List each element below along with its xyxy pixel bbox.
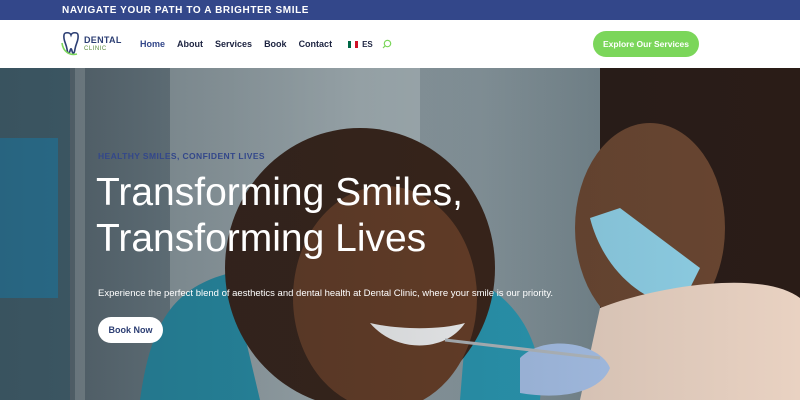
language-label: ES: [362, 39, 373, 49]
announcement-text: NAVIGATE YOUR PATH TO A BRIGHTER SMILE: [62, 4, 310, 16]
book-now-button[interactable]: Book Now: [98, 317, 163, 343]
main-nav: Home About Services Book Contact ES: [140, 20, 392, 68]
site-header: DENTAL CLINIC Home About Services Book C…: [0, 20, 800, 68]
mexico-flag-icon: [348, 40, 359, 48]
site-logo[interactable]: DENTAL CLINIC: [61, 31, 122, 57]
logo-title: DENTAL: [84, 35, 122, 45]
logo-subtitle: CLINIC: [84, 46, 107, 52]
hero-headline: Transforming Smiles, Transforming Lives: [96, 171, 463, 260]
hero-eyebrow: HEALTHY SMILES, CONFIDENT LIVES: [98, 151, 265, 161]
announcement-bar: NAVIGATE YOUR PATH TO A BRIGHTER SMILE: [0, 0, 800, 20]
nav-book[interactable]: Book: [264, 39, 287, 49]
language-switcher[interactable]: ES: [348, 40, 373, 49]
hero-subtext: Experience the perfect blend of aestheti…: [98, 288, 554, 299]
nav-contact[interactable]: Contact: [299, 39, 333, 49]
nav-services[interactable]: Services: [215, 39, 252, 49]
nav-home[interactable]: Home: [140, 39, 165, 49]
explore-services-button[interactable]: Explore Our Services: [593, 31, 699, 57]
nav-about[interactable]: About: [177, 39, 203, 49]
search-icon[interactable]: [382, 39, 392, 49]
tooth-icon: [61, 31, 79, 56]
hero-section: HEALTHY SMILES, CONFIDENT LIVES Transfor…: [0, 68, 800, 400]
